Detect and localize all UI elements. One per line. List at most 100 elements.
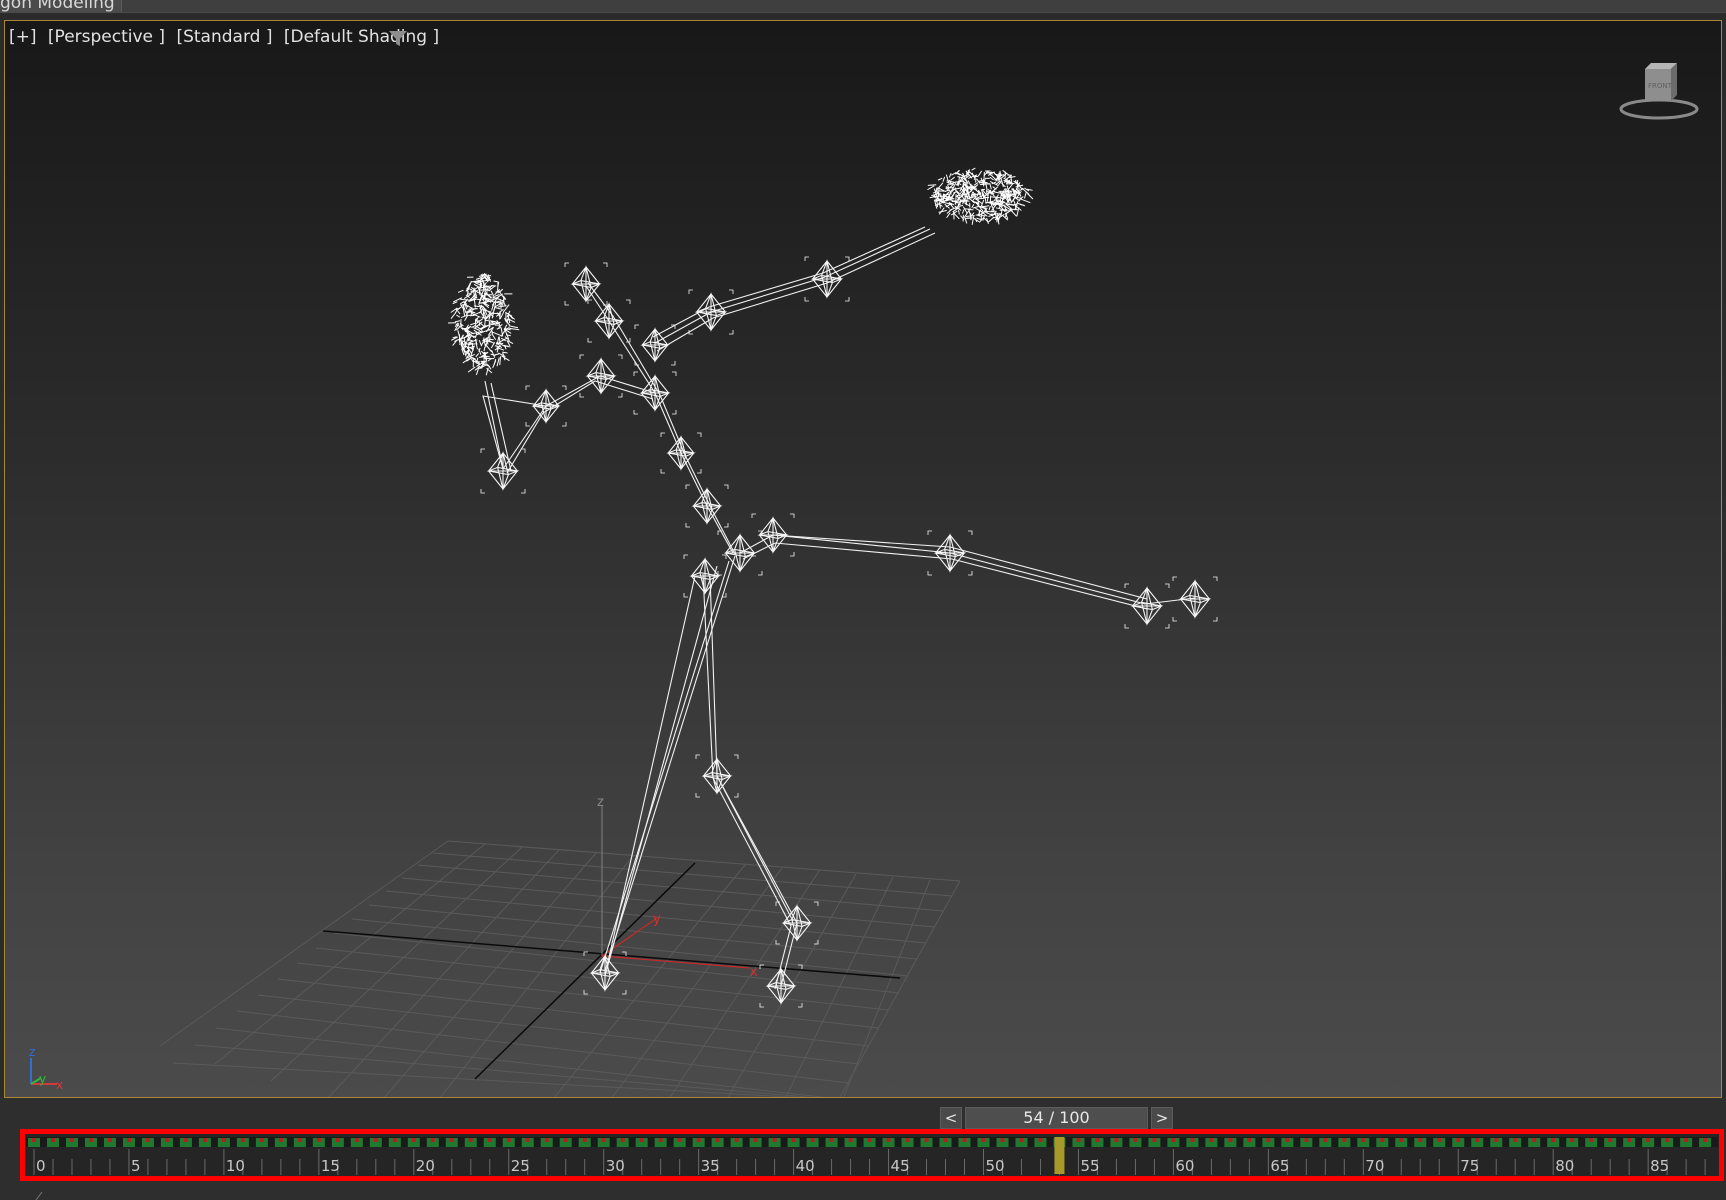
animation-key-marker <box>905 1138 910 1142</box>
animation-key-marker <box>506 1138 511 1142</box>
viewcube-icon[interactable]: FRONT <box>1615 57 1703 127</box>
animation-key-marker <box>335 1138 340 1142</box>
animation-key-marker <box>1228 1138 1233 1142</box>
animation-key-marker <box>772 1138 777 1142</box>
grid-main-axes <box>322 862 901 1080</box>
frame-tick-label: 25 <box>511 1157 530 1175</box>
frame-tick-label: 85 <box>1650 1157 1669 1175</box>
animation-key-marker <box>354 1138 359 1142</box>
joint-octahedron <box>688 289 734 335</box>
joint-octahedron <box>1172 576 1218 622</box>
joint-octahedron <box>660 432 702 474</box>
animation-key-marker <box>810 1138 815 1142</box>
animation-key-marker <box>1418 1138 1423 1142</box>
frame-tick-label: 10 <box>226 1157 245 1175</box>
joint-octahedron <box>587 299 631 343</box>
frame-tick-label: 70 <box>1365 1157 1384 1175</box>
animation-key-marker <box>1589 1138 1594 1142</box>
frame-tick-label: 15 <box>321 1157 340 1175</box>
animation-key-marker <box>867 1138 872 1142</box>
skeleton-bones <box>482 226 1196 990</box>
tripod-z-label: z <box>29 1045 35 1059</box>
animation-key-marker <box>601 1138 606 1142</box>
transform-gizmo <box>601 806 751 969</box>
animation-key-marker <box>278 1138 283 1142</box>
joint-octahedron <box>695 754 739 798</box>
animation-key-marker <box>164 1138 169 1142</box>
animation-key-marker <box>620 1138 625 1142</box>
viewcube-face-label: FRONT <box>1648 82 1673 90</box>
time-slider-position <box>1054 1137 1065 1174</box>
animation-key-marker <box>487 1138 492 1142</box>
frame-tick-label: 20 <box>416 1157 435 1175</box>
viewport-label-menu: [+] [Perspective ] [Standard ] [Default … <box>9 27 445 47</box>
frame-tick-label: 80 <box>1555 1157 1574 1175</box>
joint-octahedron <box>634 324 676 366</box>
animation-key-marker <box>1456 1138 1461 1142</box>
animation-key-marker <box>563 1138 568 1142</box>
previous-frame-button[interactable]: < <box>940 1107 962 1129</box>
grid-x-label: x <box>750 965 758 980</box>
animation-key-marker <box>1152 1138 1157 1142</box>
frame-tick-label: 35 <box>701 1157 720 1175</box>
left-hand-cloud <box>447 272 520 376</box>
track-bar[interactable]: 0 5 10 15 20 25 30 35 40 45 50 55 60 65 70 75 80 85 <box>26 1135 1718 1175</box>
animation-key-marker <box>658 1138 663 1142</box>
animation-key-marker <box>1076 1138 1081 1142</box>
animation-key-marker <box>848 1138 853 1142</box>
animation-key-marker <box>1342 1138 1347 1142</box>
animation-key-marker <box>1551 1138 1556 1142</box>
animation-key-marker <box>677 1138 682 1142</box>
animation-key-marker <box>1361 1138 1366 1142</box>
scene-canvas[interactable]: z y x <box>5 21 1722 1098</box>
animation-key-marker <box>753 1138 758 1142</box>
animation-key-marker <box>1494 1138 1499 1142</box>
animation-key-marker <box>88 1138 93 1142</box>
animation-key-marker <box>1114 1138 1119 1142</box>
animation-key-marker <box>981 1138 986 1142</box>
animation-key-marker <box>1323 1138 1328 1142</box>
animation-key-marker <box>829 1138 834 1142</box>
viewport-general-menu[interactable]: [+] <box>9 27 37 47</box>
next-frame-button[interactable]: > <box>1151 1107 1173 1129</box>
animation-key-marker <box>1285 1138 1290 1142</box>
viewport-shading-menu[interactable]: [Default Shading ] <box>284 27 439 47</box>
right-hand-cloud <box>927 167 1034 225</box>
animation-key-marker <box>1608 1138 1613 1142</box>
joint-octahedron <box>480 448 526 494</box>
animation-key-marker <box>126 1138 131 1142</box>
animation-key-marker <box>316 1138 321 1142</box>
animation-key-marker <box>373 1138 378 1142</box>
joint-octahedron <box>1124 583 1170 629</box>
animation-key-marker <box>1095 1138 1100 1142</box>
frame-tick-label: 40 <box>796 1157 815 1175</box>
animation-key-marker <box>50 1138 55 1142</box>
animation-key-marker <box>183 1138 188 1142</box>
frame-tick-label: 0 <box>36 1157 46 1175</box>
perspective-viewport[interactable]: z y x [+] [Perspective] [Standard] [De… <box>4 20 1722 1098</box>
animation-key-marker <box>1247 1138 1252 1142</box>
animation-key-marker <box>1665 1138 1670 1142</box>
animation-key-marker <box>1000 1138 1005 1142</box>
skeleton-joints <box>480 256 1218 1008</box>
time-slider-frame-counter[interactable]: 54 / 100 <box>965 1107 1148 1129</box>
ribbon-tab-polygon-modeling[interactable]: gon Modeling <box>0 0 122 12</box>
animation-key-marker <box>69 1138 74 1142</box>
grid-y-label: y <box>653 912 661 927</box>
joint-octahedron <box>583 951 627 995</box>
animation-key-marker <box>32 1138 36 1142</box>
animation-key-marker <box>468 1138 473 1142</box>
frame-tick-label: 5 <box>131 1157 141 1175</box>
viewport-point-of-view-menu[interactable]: [Perspective ] <box>48 27 165 47</box>
frame-tick-label: 60 <box>1175 1157 1194 1175</box>
animation-key-marker <box>449 1138 454 1142</box>
joint-octahedron <box>685 484 729 528</box>
viewport-standard-menu[interactable]: [Standard ] <box>176 27 272 47</box>
animation-key-marker <box>145 1138 150 1142</box>
joint-octahedron <box>775 901 819 945</box>
animation-key-marker <box>582 1138 587 1142</box>
filter-funnel-icon[interactable] <box>387 29 409 49</box>
joint-octahedron <box>751 513 795 557</box>
frame-tick-label: 75 <box>1460 1157 1479 1175</box>
tripod-x-label: x <box>56 1078 63 1091</box>
